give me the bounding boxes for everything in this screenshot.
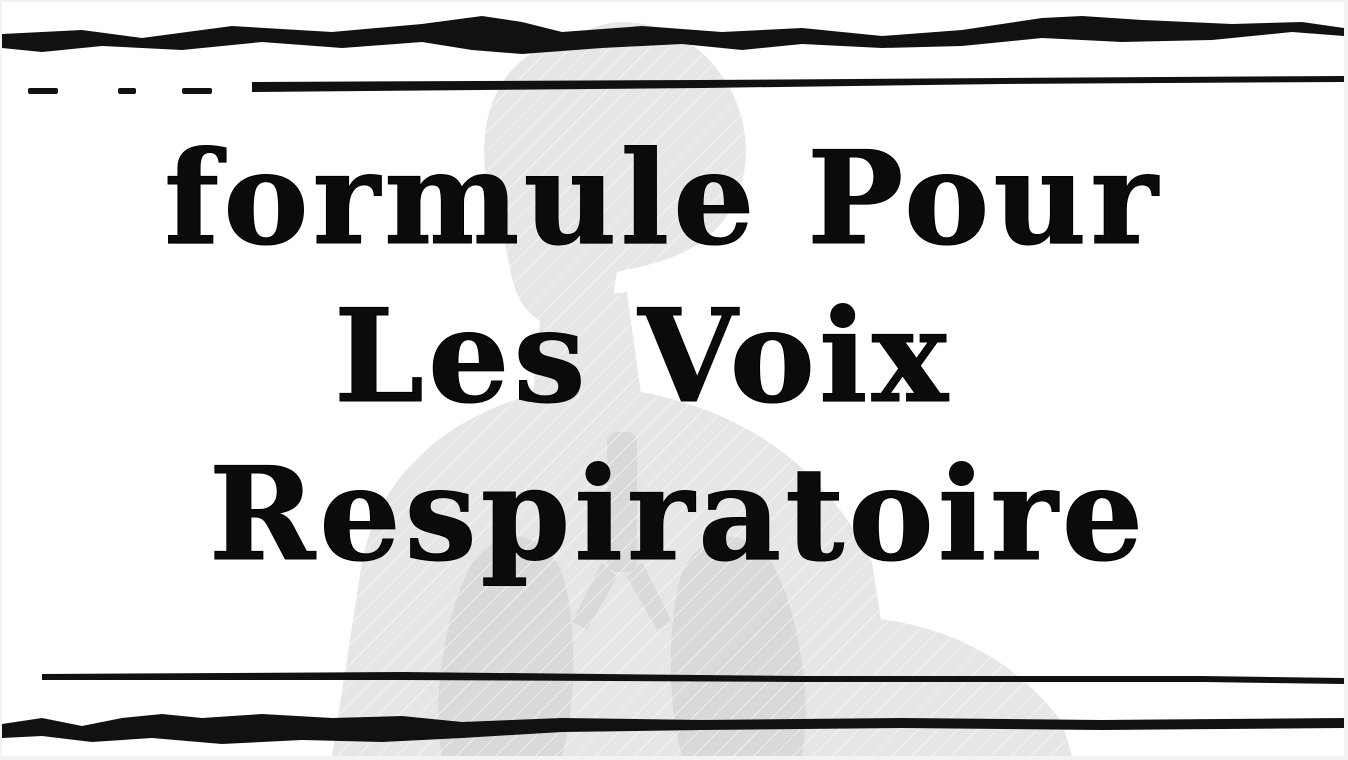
title-line-1: formule Pour <box>164 124 1162 275</box>
slide-canvas: formule Pour Les Voix Respiratoire <box>2 2 1344 756</box>
slide-title: formule Pour Les Voix Respiratoire <box>2 120 1344 594</box>
title-line-2: Les Voix <box>334 282 952 433</box>
title-line-3: Respiratoire <box>208 440 1148 591</box>
